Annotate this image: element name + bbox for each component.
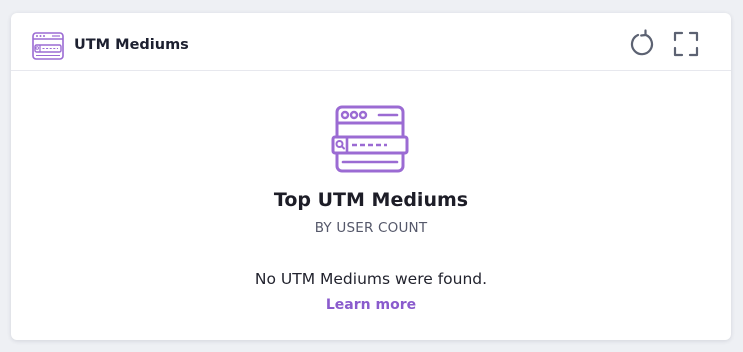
expand-icon[interactable]	[671, 29, 701, 59]
browser-search-icon	[32, 32, 64, 60]
card-header: UTM Mediums	[11, 13, 731, 71]
learn-more-link[interactable]: Learn more	[326, 297, 416, 313]
learn-more-container: Learn more	[11, 295, 731, 314]
browser-search-icon	[331, 105, 409, 173]
card-title: UTM Mediums	[74, 37, 189, 53]
empty-state-title: Top UTM Mediums	[273, 189, 469, 211]
refresh-icon[interactable]	[626, 29, 656, 59]
utm-mediums-card: UTM Mediums Top UTM Mediums BY USER COUN…	[11, 13, 731, 340]
empty-state-subtitle: BY USER COUNT	[314, 220, 428, 236]
empty-state-message: No UTM Mediums were found.	[254, 270, 488, 288]
